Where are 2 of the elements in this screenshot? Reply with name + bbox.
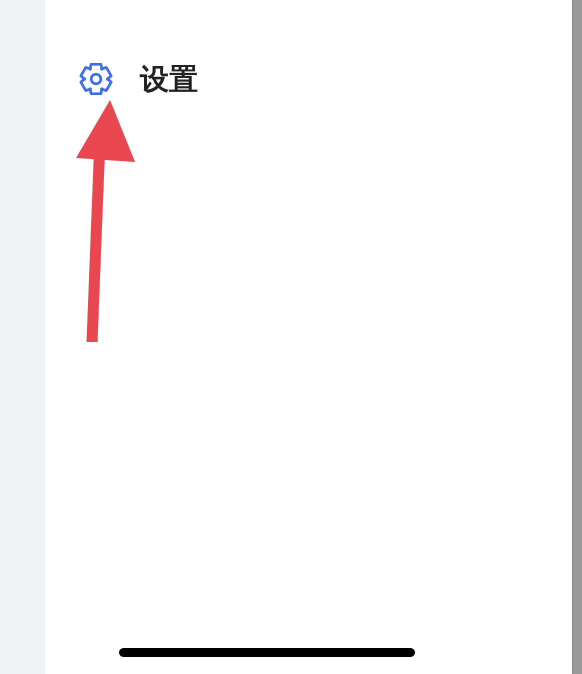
settings-icon[interactable] [78,61,114,97]
settings-label[interactable]: 设置 [140,64,198,94]
